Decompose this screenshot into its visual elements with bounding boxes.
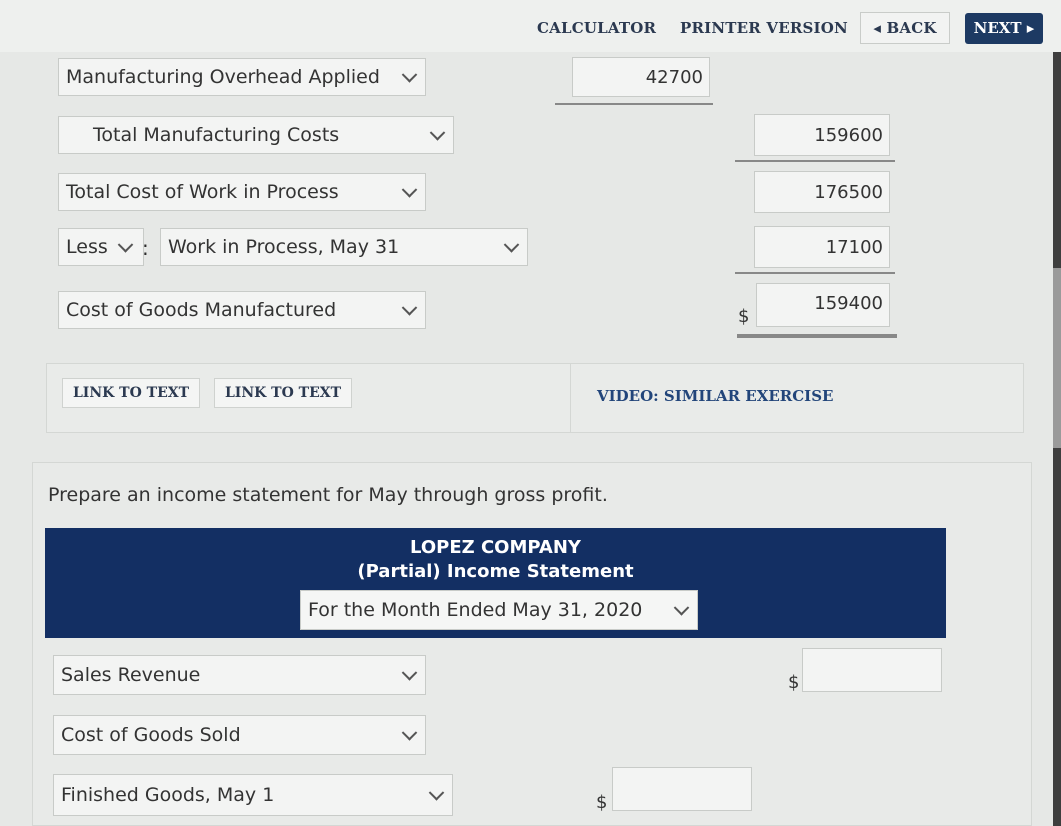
moh-applied-label: Manufacturing Overhead Applied <box>66 66 380 88</box>
dollar-sign: $ <box>788 672 800 693</box>
chevron-down-icon <box>673 600 690 616</box>
period-select[interactable]: For the Month Ended May 31, 2020 <box>300 590 698 630</box>
chevron-down-icon <box>401 300 418 316</box>
chevron-down-icon <box>429 125 446 141</box>
cogs-label: Cost of Goods Sold <box>61 724 241 746</box>
income-statement-panel <box>32 462 1032 826</box>
calculator-button[interactable]: CALCULATOR <box>537 19 656 37</box>
video-similar-exercise-link[interactable]: VIDEO: SIMILAR EXERCISE <box>597 387 833 405</box>
wip-end-input[interactable]: 17100 <box>754 226 890 268</box>
dollar-sign: $ <box>738 306 750 327</box>
finished-goods-label: Finished Goods, May 1 <box>61 784 275 806</box>
total-wip-select[interactable]: Total Cost of Work in Process <box>58 173 426 211</box>
chevron-down-icon <box>401 182 418 198</box>
printer-version-button[interactable]: PRINTER VERSION <box>680 19 848 37</box>
scrollbar-thumb[interactable] <box>1053 268 1061 448</box>
finished-goods-input[interactable] <box>612 767 752 811</box>
dollar-sign: $ <box>596 792 608 813</box>
link-to-text-button-2[interactable]: LINK TO TEXT <box>214 378 352 408</box>
cogm-select[interactable]: Cost of Goods Manufactured <box>58 291 426 329</box>
underline <box>735 160 895 162</box>
double-underline <box>737 334 897 338</box>
sales-revenue-input[interactable] <box>802 648 942 692</box>
chevron-down-icon <box>401 725 418 741</box>
wip-end-select[interactable]: Work in Process, May 31 <box>160 228 528 266</box>
total-mfg-costs-select[interactable]: Total Manufacturing Costs <box>58 116 454 154</box>
moh-applied-select[interactable]: Manufacturing Overhead Applied <box>58 58 426 96</box>
link-to-text-button[interactable]: LINK TO TEXT <box>62 378 200 408</box>
colon-separator: : <box>142 236 149 260</box>
divider <box>570 364 571 432</box>
statement-header: LOPEZ COMPANY (Partial) Income Statement… <box>45 528 946 638</box>
company-name: LOPEZ COMPANY <box>410 537 581 558</box>
total-mfg-costs-label: Total Manufacturing Costs <box>93 124 340 146</box>
moh-applied-input[interactable]: 42700 <box>572 57 710 97</box>
sales-revenue-label: Sales Revenue <box>61 664 201 686</box>
next-button[interactable]: NEXT ▸ <box>965 13 1043 44</box>
finished-goods-select[interactable]: Finished Goods, May 1 <box>53 774 453 816</box>
cogs-select[interactable]: Cost of Goods Sold <box>53 715 426 755</box>
total-wip-label: Total Cost of Work in Process <box>66 181 339 203</box>
total-mfg-costs-input[interactable]: 159600 <box>754 114 890 156</box>
chevron-down-icon <box>503 237 520 253</box>
less-label: Less <box>66 236 108 258</box>
period-label: For the Month Ended May 31, 2020 <box>308 599 643 621</box>
chevron-down-icon <box>401 665 418 681</box>
statement-title: (Partial) Income Statement <box>357 561 634 582</box>
instruction-text: Prepare an income statement for May thro… <box>48 484 608 506</box>
total-wip-input[interactable]: 176500 <box>754 171 890 213</box>
chevron-down-icon <box>428 785 445 801</box>
cogm-input[interactable]: 159400 <box>756 283 890 327</box>
underline <box>735 272 895 274</box>
cogm-label: Cost of Goods Manufactured <box>66 299 337 321</box>
underline <box>555 103 713 105</box>
less-select[interactable]: Less <box>58 228 144 266</box>
sales-revenue-select[interactable]: Sales Revenue <box>53 655 426 695</box>
wip-end-label: Work in Process, May 31 <box>168 236 400 258</box>
chevron-down-icon <box>117 237 134 253</box>
back-button[interactable]: ◂ BACK <box>860 12 950 44</box>
chevron-down-icon <box>401 67 418 83</box>
